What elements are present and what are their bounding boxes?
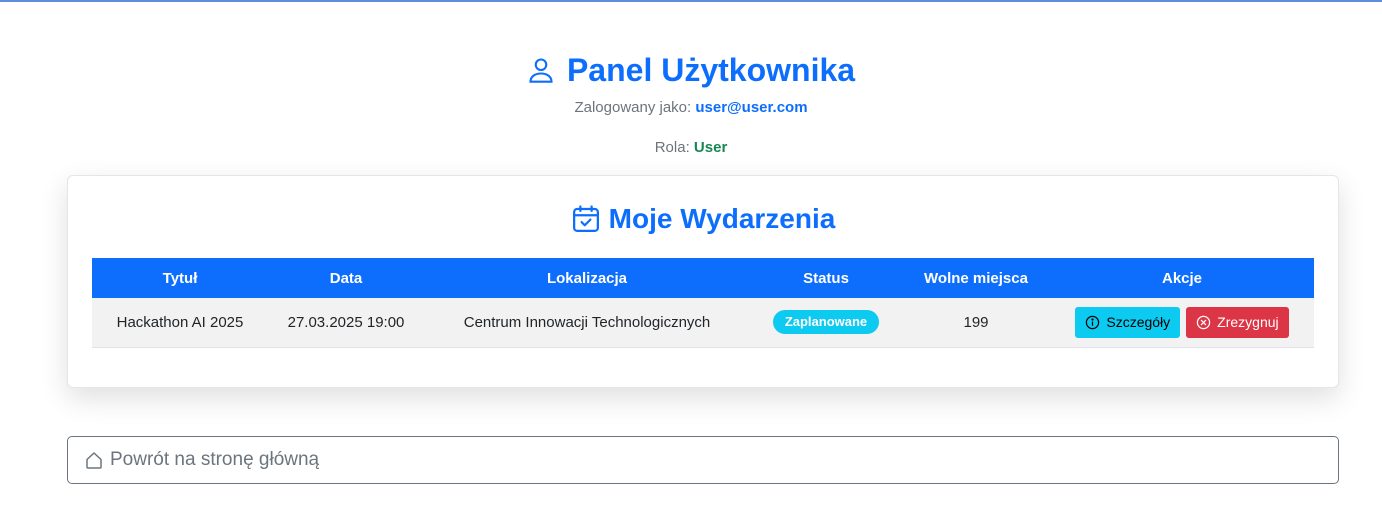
events-table: Tytuł Data Lokalizacja Status Wolne miej…: [92, 258, 1314, 348]
back-to-home-label: Powrót na stronę główną: [110, 449, 320, 470]
details-button[interactable]: Szczegóły: [1075, 306, 1181, 338]
info-circle-icon: [1086, 315, 1100, 329]
my-events-title: Moje Wydarzenia: [608, 203, 836, 234]
calendar-check-icon: [572, 205, 599, 232]
event-location: Centrum Innowacji Technologicznych: [463, 313, 711, 331]
column-header-location: Lokalizacja: [546, 269, 628, 287]
table-header-row: Tytuł Data Lokalizacja Status Wolne miej…: [92, 258, 1314, 298]
my-events-heading: Moje Wydarzenia: [68, 202, 1338, 239]
logged-in-info: Zalogowany jako: user@user.com: [0, 98, 1382, 118]
column-header-actions: Akcje: [1161, 269, 1203, 287]
column-header-date: Data: [329, 269, 363, 287]
logged-in-label: Zalogowany jako:: [574, 99, 692, 116]
role-info: Rola: User: [0, 138, 1382, 158]
event-title: Hackathon AI 2025: [116, 313, 244, 331]
resign-button[interactable]: Zrezygnuj: [1186, 306, 1289, 338]
person-icon: [529, 58, 553, 83]
status-badge: Zaplanowane: [772, 310, 880, 335]
event-date: 27.03.2025 19:00: [287, 313, 405, 331]
table-row: Hackathon AI 2025 27.03.2025 19:00 Centr…: [92, 298, 1314, 347]
x-circle-icon: [1196, 315, 1211, 329]
my-events-card: Moje Wydarzenia Tytuł Data Lokalizacja S…: [67, 175, 1339, 388]
role-label: Rola:: [654, 139, 690, 156]
event-actions-cell: Szczegóły Zrezygnuj: [1050, 298, 1314, 347]
house-icon: [86, 452, 102, 469]
event-free-seats: 199: [963, 313, 989, 331]
page-title-text: Panel Użytkownika: [566, 52, 856, 88]
back-to-home-button[interactable]: Powrót na stronę główną: [67, 436, 1339, 484]
user-role: User: [693, 139, 728, 156]
user-email: user@user.com: [695, 99, 808, 116]
column-header-title: Tytuł: [162, 269, 198, 287]
top-border-line: [0, 0, 1382, 2]
page-title: Panel Użytkownika: [527, 50, 855, 90]
user-panel-header: Panel Użytkownika Zalogowany jako: user@…: [0, 50, 1382, 158]
resign-button-label: Zrezygnuj: [1217, 314, 1279, 331]
event-status-cell: Zaplanowane: [750, 298, 902, 347]
column-header-status: Status: [803, 269, 849, 287]
details-button-label: Szczegóły: [1106, 314, 1171, 331]
column-header-free-seats: Wolne miejsca: [924, 269, 1028, 287]
